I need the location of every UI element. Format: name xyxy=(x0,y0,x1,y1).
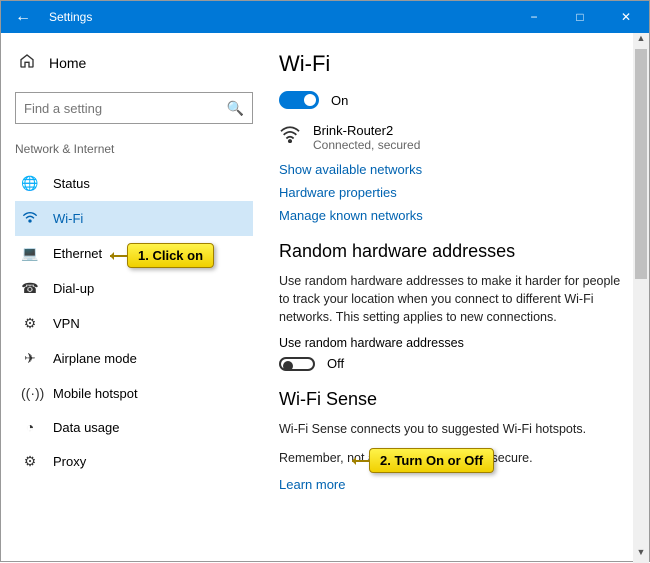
sidebar-item-label: Mobile hotspot xyxy=(53,386,138,401)
home-label: Home xyxy=(49,55,86,71)
sidebar-item-label: Dial-up xyxy=(53,281,94,296)
current-network[interactable]: Brink-Router2 Connected, secured xyxy=(279,123,621,152)
globe-icon: 🌐 xyxy=(21,175,39,192)
wifi-toggle-label: On xyxy=(331,93,348,108)
content-pane: Wi-Fi On Brink-Router2 Connected, secure… xyxy=(263,33,649,563)
proxy-icon: ⚙ xyxy=(21,453,39,470)
wifi-signal-icon xyxy=(279,125,301,149)
annotation-2: 2. Turn On or Off xyxy=(369,448,494,473)
sidebar-item-datausage[interactable]: ◔ Data usage xyxy=(15,410,253,444)
wifi-toggle[interactable] xyxy=(279,91,319,109)
random-toggle-label: Use random hardware addresses xyxy=(279,336,621,350)
search-icon: 🔍 xyxy=(227,100,244,117)
dialup-icon: ☎ xyxy=(21,280,39,297)
random-hw-toggle[interactable] xyxy=(279,357,315,371)
scroll-down-arrow[interactable]: ▼ xyxy=(633,547,649,563)
sidebar-item-hotspot[interactable]: ((·)) Mobile hotspot xyxy=(15,376,253,410)
data-icon: ◔ xyxy=(21,419,39,435)
show-networks-link[interactable]: Show available networks xyxy=(279,162,621,177)
hotspot-icon: ((·)) xyxy=(21,385,39,401)
minimize-button[interactable]: − xyxy=(511,10,557,24)
close-button[interactable]: ✕ xyxy=(603,10,649,24)
sidebar-item-label: Proxy xyxy=(53,454,86,469)
random-heading: Random hardware addresses xyxy=(279,241,621,262)
scrollbar[interactable]: ▲ ▼ xyxy=(633,33,649,563)
home-button[interactable]: Home xyxy=(15,47,253,78)
sidebar-item-dialup[interactable]: ☎ Dial-up xyxy=(15,271,253,306)
learn-more-link[interactable]: Learn more xyxy=(279,477,621,492)
sidebar-item-label: Ethernet xyxy=(53,246,102,261)
section-title: Network & Internet xyxy=(15,142,253,156)
window-title: Settings xyxy=(45,10,92,24)
sense-heading: Wi-Fi Sense xyxy=(279,389,621,410)
network-status: Connected, secured xyxy=(313,138,420,152)
sidebar-item-label: Data usage xyxy=(53,420,120,435)
home-icon xyxy=(19,53,35,72)
scroll-up-arrow[interactable]: ▲ xyxy=(633,33,649,49)
sidebar-item-airplane[interactable]: ✈ Airplane mode xyxy=(15,341,253,376)
maximize-button[interactable]: □ xyxy=(557,10,603,24)
sidebar-item-label: Status xyxy=(53,176,90,191)
sidebar: Home 🔍 Network & Internet 🌐 Status Wi-Fi… xyxy=(1,33,263,563)
sidebar-item-label: VPN xyxy=(53,316,80,331)
random-description: Use random hardware addresses to make it… xyxy=(279,272,621,326)
sidebar-item-vpn[interactable]: ⚙ VPN xyxy=(15,306,253,341)
manage-networks-link[interactable]: Manage known networks xyxy=(279,208,621,223)
hardware-properties-link[interactable]: Hardware properties xyxy=(279,185,621,200)
annotation-1: 1. Click on xyxy=(127,243,214,268)
wifi-icon xyxy=(21,210,39,227)
search-input[interactable] xyxy=(24,101,227,116)
sidebar-item-status[interactable]: 🌐 Status xyxy=(15,166,253,201)
sidebar-item-label: Wi-Fi xyxy=(53,211,83,226)
vpn-icon: ⚙ xyxy=(21,315,39,332)
back-button[interactable]: ← xyxy=(1,8,45,26)
search-box[interactable]: 🔍 xyxy=(15,92,253,124)
scroll-thumb[interactable] xyxy=(635,49,647,279)
sidebar-item-label: Airplane mode xyxy=(53,351,137,366)
sidebar-item-proxy[interactable]: ⚙ Proxy xyxy=(15,444,253,479)
sense-line1: Wi-Fi Sense connects you to suggested Wi… xyxy=(279,420,621,438)
ethernet-icon: 💻 xyxy=(21,245,39,262)
sidebar-item-wifi[interactable]: Wi-Fi xyxy=(15,201,253,236)
network-name: Brink-Router2 xyxy=(313,123,420,138)
airplane-icon: ✈ xyxy=(21,350,39,367)
page-title: Wi-Fi xyxy=(279,51,621,77)
titlebar: ← Settings − □ ✕ xyxy=(1,1,649,33)
random-hw-toggle-state: Off xyxy=(327,356,344,371)
